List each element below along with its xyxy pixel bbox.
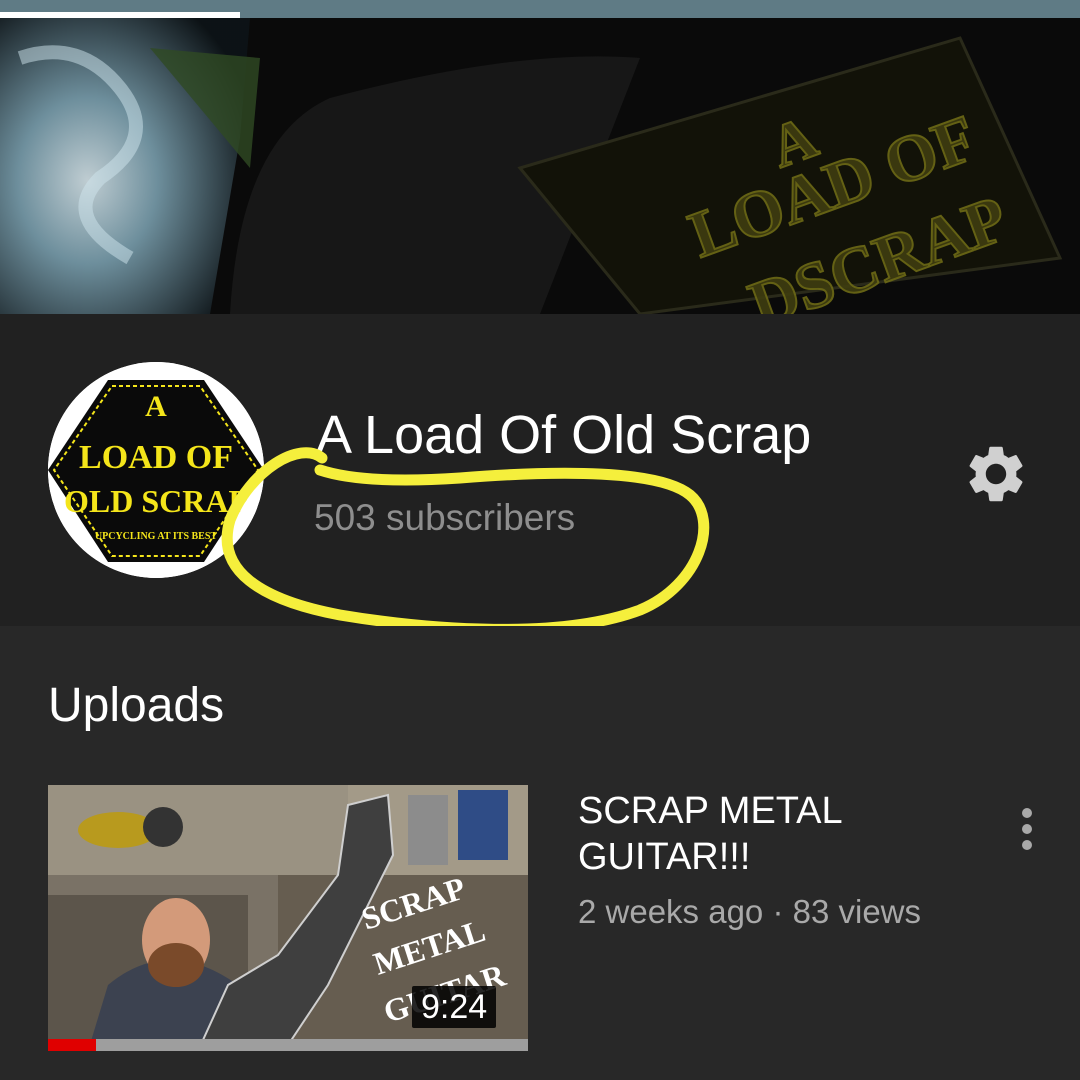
watch-progress-fill [48,1039,96,1051]
watch-progress-bar [48,1039,528,1051]
more-vert-icon[interactable] [1008,806,1046,852]
subscriber-count: 503 subscribers [314,497,576,538]
logo-text-old-scrap: OLD SCRAP [64,483,248,519]
channel-name: A Load Of Old Scrap [316,405,812,465]
channel-logo: A LOAD OF OLD SCRAP UPCYCLING AT ITS BES… [48,362,264,578]
video-meta: 2 weeks ago · 83 views [578,893,922,930]
video-title[interactable]: SCRAP METAL GUITAR!!! [578,788,958,880]
banner-art: A LOAD OF DSCRAP [0,18,1080,314]
channel-banner: A LOAD OF DSCRAP [0,18,1080,314]
more-dot [1022,840,1032,850]
logo-text-load-of: LOAD OF [79,439,233,476]
more-dot [1022,824,1032,834]
logo-text-a: A [145,390,167,423]
uploads-heading: Uploads [48,679,225,732]
gear-icon[interactable] [962,440,1030,508]
video-duration-badge: 9:24 [412,986,497,1028]
top-tab-bar [0,0,1080,18]
logo-text-tagline: UPCYCLING AT ITS BEST [95,531,217,542]
more-dot [1022,808,1032,818]
channel-avatar[interactable]: A LOAD OF OLD SCRAP UPCYCLING AT ITS BES… [48,362,264,578]
